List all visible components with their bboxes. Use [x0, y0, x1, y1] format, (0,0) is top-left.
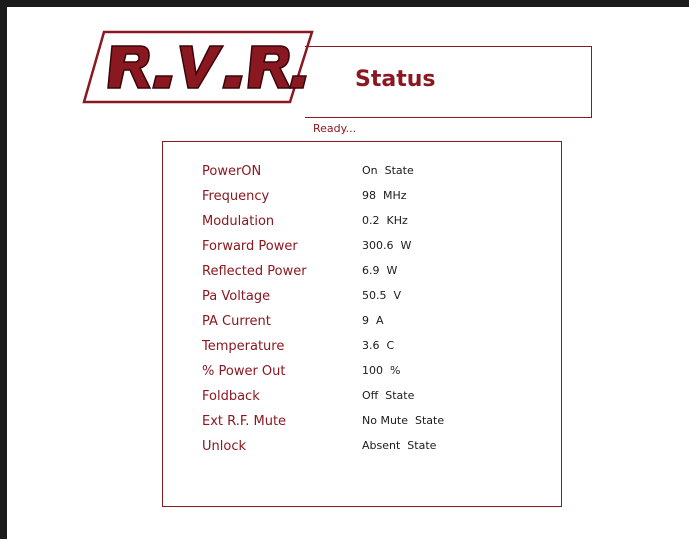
row-label: Pa Voltage — [202, 289, 271, 304]
status-row-unlock: Unlock Absent State — [202, 439, 557, 459]
row-value: Absent State — [362, 439, 437, 452]
row-value: 300.6 W — [362, 239, 412, 252]
row-value: Off State — [362, 389, 415, 402]
row-value: 50.5 V — [362, 289, 402, 302]
row-label: Ext R.F. Mute — [202, 414, 287, 429]
status-row-forward-power: Forward Power 300.6 W — [202, 239, 557, 259]
status-row-foldback: Foldback Off State — [202, 389, 557, 409]
row-value: No Mute State — [362, 414, 445, 427]
row-label: Forward Power — [202, 239, 298, 254]
row-label: Frequency — [202, 189, 270, 204]
status-row-poweron: PowerON On State — [202, 164, 557, 184]
status-row-frequency: Frequency 98 MHz — [202, 189, 557, 209]
row-label: % Power Out — [202, 364, 286, 379]
window-frame-top — [0, 0, 689, 7]
status-row-temperature: Temperature 3.6 C — [202, 339, 557, 359]
status-row-power-out: % Power Out 100 % — [202, 364, 557, 384]
status-title-box — [305, 46, 592, 118]
status-row-reflected-power: Reflected Power 6.9 W — [202, 264, 557, 284]
row-value: 6.9 W — [362, 264, 398, 277]
page-title: Status — [355, 67, 436, 92]
row-value: 3.6 C — [362, 339, 395, 352]
row-value: 0.2 KHz — [362, 214, 408, 227]
status-row-pa-current: PA Current 9 A — [202, 314, 557, 334]
rvr-logo — [82, 30, 314, 104]
status-panel: PowerON On State Frequency 98 MHz Modula… — [162, 141, 562, 507]
window-frame-left — [0, 0, 7, 539]
row-value: 98 MHz — [362, 189, 407, 202]
row-label: Reflected Power — [202, 264, 307, 279]
status-message: Ready... — [313, 122, 357, 135]
row-label: PowerON — [202, 164, 262, 179]
row-label: PA Current — [202, 314, 271, 329]
status-row-modulation: Modulation 0.2 KHz — [202, 214, 557, 234]
row-label: Modulation — [202, 214, 275, 229]
status-row-pa-voltage: Pa Voltage 50.5 V — [202, 289, 557, 309]
row-value: 9 A — [362, 314, 384, 327]
row-label: Foldback — [202, 389, 260, 404]
row-label: Temperature — [202, 339, 285, 354]
row-label: Unlock — [202, 439, 246, 454]
row-value: 100 % — [362, 364, 401, 377]
row-value: On State — [362, 164, 414, 177]
status-row-ext-rf-mute: Ext R.F. Mute No Mute State — [202, 414, 557, 434]
